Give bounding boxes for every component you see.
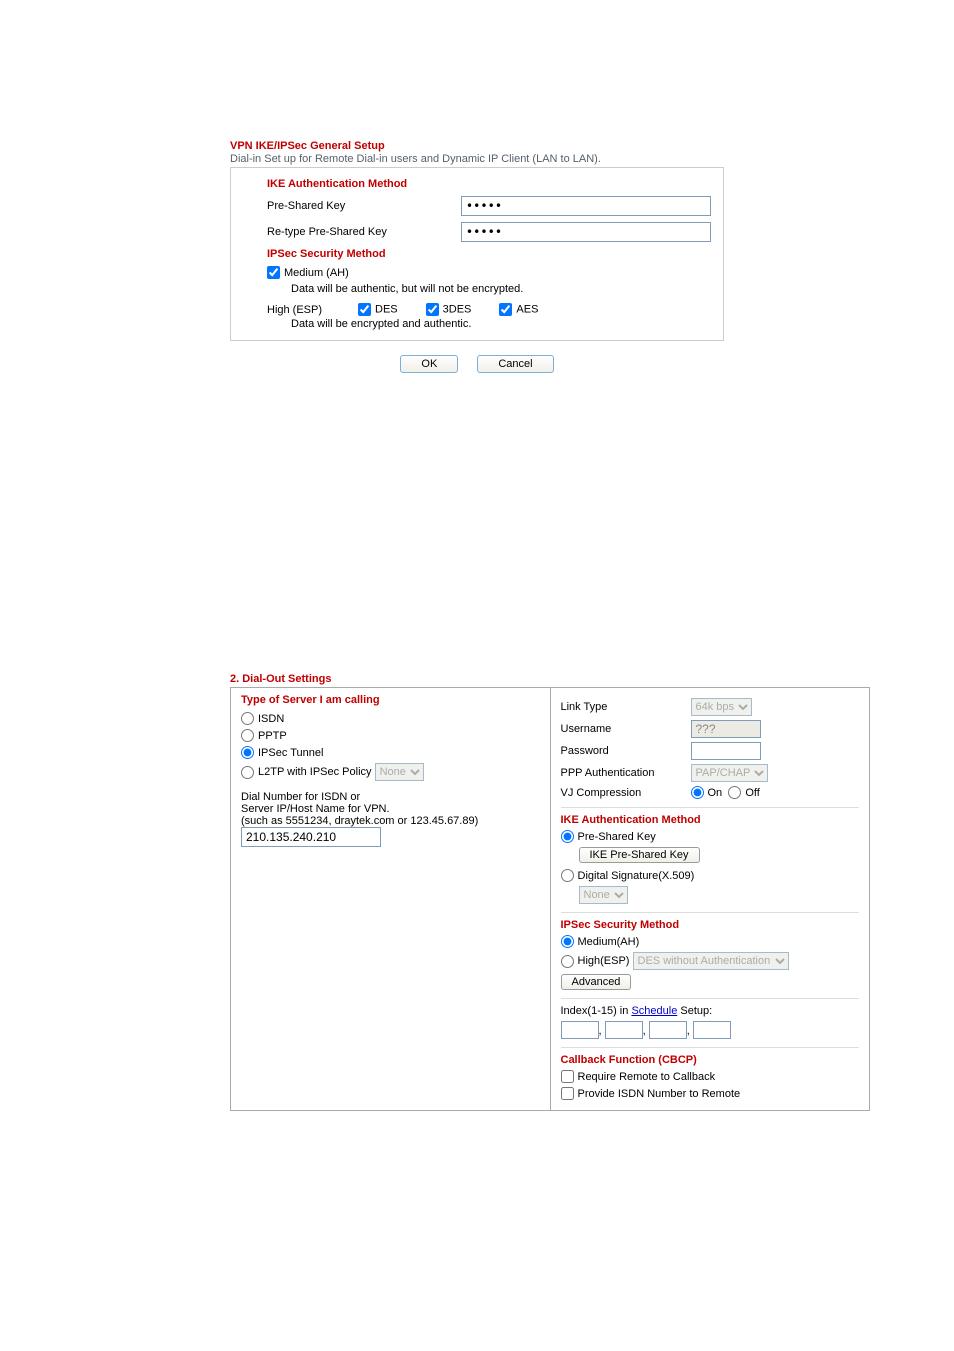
medium-desc: Data will be authentic, but will not be …	[291, 283, 711, 295]
ike-psk-button[interactable]: IKE Pre-Shared Key	[579, 847, 700, 863]
dial-out-settings-panel: 2. Dial-Out Settings Type of Server I am…	[230, 673, 870, 1111]
dial-input[interactable]	[241, 827, 381, 847]
psk-label-2: Pre-Shared Key	[578, 831, 656, 843]
vpn-general-setup-panel: VPN IKE/IPSec General Setup Dial-in Set …	[230, 140, 724, 373]
panel-title: VPN IKE/IPSec General Setup	[230, 140, 724, 152]
dial-label-2: Server IP/Host Name for VPN.	[241, 803, 540, 815]
callback-require-label: Require Remote to Callback	[578, 1071, 716, 1083]
dial-out-table: Type of Server I am calling ISDN PPTP IP…	[230, 687, 870, 1111]
medium-label-2: Medium(AH)	[578, 936, 640, 948]
sched-2-input[interactable]	[605, 1021, 643, 1039]
des-label: DES	[375, 303, 398, 315]
pppauth-label: PPP Authentication	[561, 767, 691, 779]
ipsec-label: IPSec Tunnel	[258, 747, 323, 759]
digsig-select[interactable]: None	[579, 886, 628, 904]
medium-ah-checkbox[interactable]	[267, 266, 280, 279]
sched-4-input[interactable]	[693, 1021, 731, 1039]
sched-3-input[interactable]	[649, 1021, 687, 1039]
l2tp-policy-select[interactable]: None	[375, 763, 424, 781]
settings-box: IKE Authentication Method Pre-Shared Key…	[230, 167, 724, 341]
panel2-title: 2. Dial-Out Settings	[230, 673, 870, 685]
vj-on-label: On	[708, 787, 723, 799]
left-cell: Type of Server I am calling ISDN PPTP IP…	[231, 688, 551, 1111]
password-label: Password	[561, 745, 691, 757]
medium-ah-label: Medium (AH)	[284, 267, 349, 279]
right-cell: Link Type 64k bps Username Password PPP …	[550, 688, 870, 1111]
panel-subtitle: Dial-in Set up for Remote Dial-in users …	[230, 153, 724, 165]
schedule-link[interactable]: Schedule	[631, 1005, 677, 1017]
callback-provide-checkbox[interactable]	[561, 1087, 574, 1100]
server-type-heading: Type of Server I am calling	[241, 694, 540, 706]
aes-checkbox[interactable]	[499, 303, 512, 316]
repsk-label: Re-type Pre-Shared Key	[267, 226, 461, 238]
l2tp-label: L2TP with IPSec Policy	[258, 766, 372, 778]
vj-off-label: Off	[745, 787, 759, 799]
ike-head-2: IKE Authentication Method	[561, 814, 860, 826]
linktype-label: Link Type	[561, 701, 691, 713]
username-label: Username	[561, 723, 691, 735]
sched-pre: Index(1-15) in	[561, 1005, 632, 1017]
3des-label: 3DES	[443, 303, 472, 315]
ok-button[interactable]: OK	[400, 355, 458, 373]
ipsec-head-2: IPSec Security Method	[561, 919, 860, 931]
linktype-select[interactable]: 64k bps	[691, 698, 752, 716]
password-input[interactable]	[691, 742, 761, 760]
callback-provide-label: Provide ISDN Number to Remote	[578, 1088, 741, 1100]
advanced-button[interactable]: Advanced	[561, 974, 632, 990]
digsig-label: Digital Signature(X.509)	[578, 870, 695, 882]
pppauth-select[interactable]: PAP/CHAP	[691, 764, 768, 782]
pptp-label: PPTP	[258, 730, 287, 742]
aes-label: AES	[516, 303, 538, 315]
l2tp-radio[interactable]	[241, 766, 254, 779]
repsk-input[interactable]	[461, 222, 711, 242]
psk-label: Pre-Shared Key	[267, 200, 461, 212]
isdn-radio[interactable]	[241, 712, 254, 725]
digsig-radio[interactable]	[561, 869, 574, 882]
3des-checkbox[interactable]	[426, 303, 439, 316]
ipsec-radio[interactable]	[241, 746, 254, 759]
username-input[interactable]	[691, 720, 761, 738]
sched-post: Setup:	[677, 1005, 712, 1017]
medium-radio[interactable]	[561, 935, 574, 948]
high-desc: Data will be encrypted and authentic.	[291, 318, 711, 330]
vj-label: VJ Compression	[561, 787, 691, 799]
callback-heading: Callback Function (CBCP)	[561, 1054, 860, 1066]
vj-off-radio[interactable]	[728, 786, 741, 799]
pptp-radio[interactable]	[241, 729, 254, 742]
high-radio[interactable]	[561, 955, 574, 968]
high-esp-label: High (ESP)	[267, 304, 322, 316]
callback-require-checkbox[interactable]	[561, 1070, 574, 1083]
ipsec-heading: IPSec Security Method	[267, 248, 711, 260]
des-checkbox[interactable]	[358, 303, 371, 316]
dial-label-1: Dial Number for ISDN or	[241, 791, 540, 803]
isdn-label: ISDN	[258, 713, 284, 725]
dial-label-3: (such as 5551234, draytek.com or 123.45.…	[241, 815, 540, 827]
cancel-button[interactable]: Cancel	[477, 355, 553, 373]
ike-auth-heading: IKE Authentication Method	[267, 178, 711, 190]
psk-input[interactable]	[461, 196, 711, 216]
vj-on-radio[interactable]	[691, 786, 704, 799]
sched-1-input[interactable]	[561, 1021, 599, 1039]
psk-radio[interactable]	[561, 830, 574, 843]
high-esp-select[interactable]: DES without Authentication	[633, 952, 789, 970]
high-label-2: High(ESP)	[578, 955, 630, 967]
